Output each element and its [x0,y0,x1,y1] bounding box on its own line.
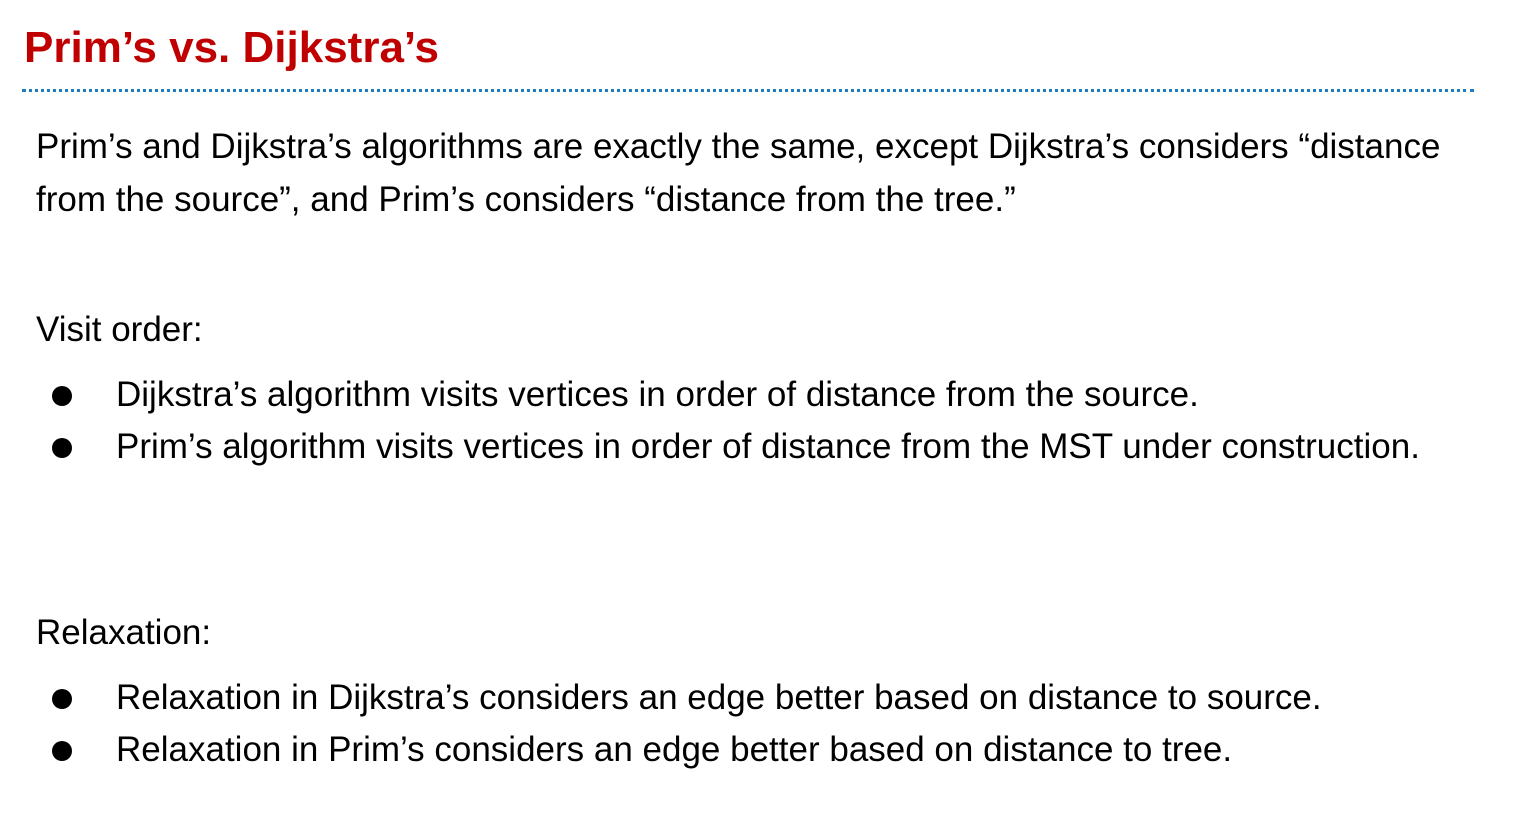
bullet-icon [52,386,72,406]
slide-title: Prim’s vs. Dijkstra’s [24,23,439,72]
section-heading-visit-order: Visit order: [36,310,203,349]
bullet-icon [52,438,72,458]
list-item: Relaxation in Prim’s considers an edge b… [0,724,1500,776]
bullet-icon [52,689,72,709]
bullet-text: Relaxation in Prim’s considers an edge b… [116,730,1233,769]
bullet-text: Relaxation in Dijkstra’s considers an ed… [116,678,1322,717]
bullet-icon [52,741,72,761]
list-item: Prim’s algorithm visits vertices in orde… [0,421,1500,473]
bullet-text: Prim’s algorithm visits vertices in orde… [116,427,1420,466]
title-divider [22,89,1474,92]
list-item: Relaxation in Dijkstra’s considers an ed… [0,672,1500,724]
intro-paragraph: Prim’s and Dijkstra’s algorithms are exa… [36,127,1441,219]
relaxation-list: Relaxation in Dijkstra’s considers an ed… [0,672,1500,776]
bullet-text: Dijkstra’s algorithm visits vertices in … [116,375,1199,414]
visit-order-list: Dijkstra’s algorithm visits vertices in … [0,369,1500,473]
list-item: Dijkstra’s algorithm visits vertices in … [0,369,1500,421]
slide: Prim’s vs. Dijkstra’s Prim’s and Dijkstr… [0,0,1526,836]
section-heading-relaxation: Relaxation: [36,613,212,652]
